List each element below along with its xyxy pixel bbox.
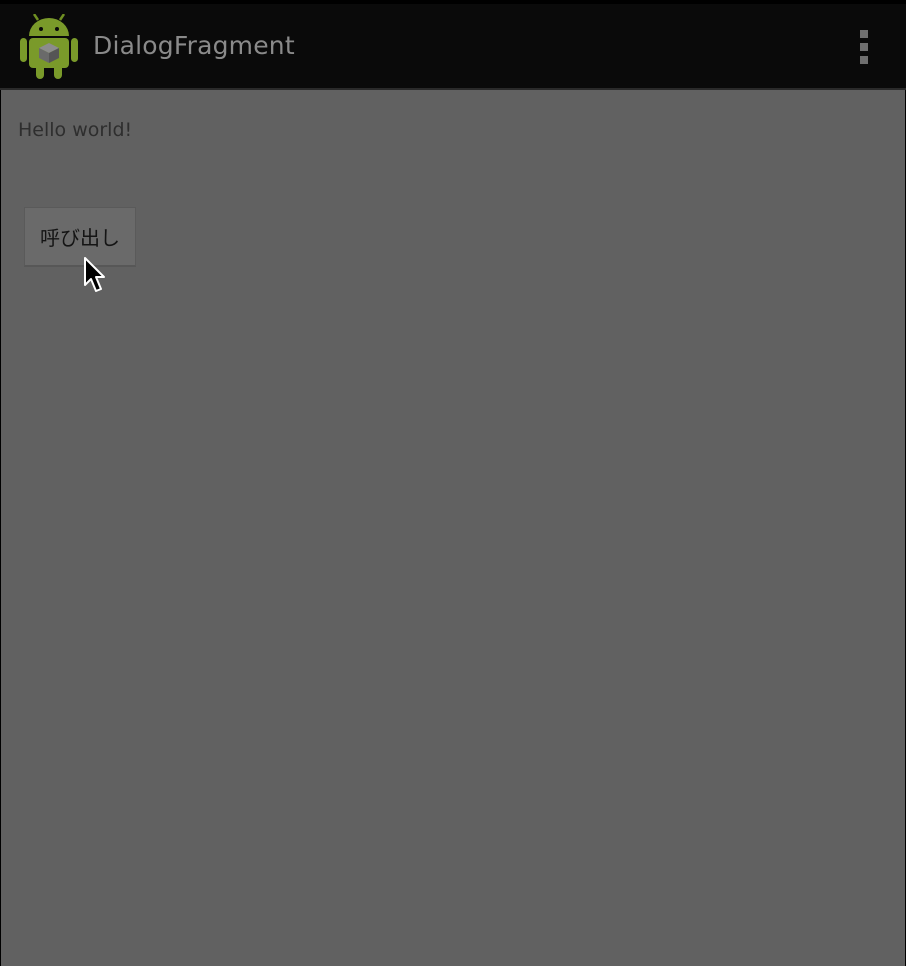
- overflow-menu-icon[interactable]: [850, 28, 878, 66]
- app-screen: DialogFragment Hello world! 呼び出し: [0, 0, 906, 966]
- main-content: Hello world! 呼び出し: [1, 90, 905, 966]
- app-title: DialogFragment: [93, 31, 295, 60]
- action-bar: DialogFragment: [0, 4, 906, 90]
- overflow-dot: [860, 30, 868, 38]
- call-button[interactable]: 呼び出し: [24, 207, 136, 267]
- mouse-cursor-icon: [83, 257, 107, 295]
- android-robot-icon[interactable]: [20, 13, 78, 80]
- hello-text: Hello world!: [18, 119, 133, 141]
- overflow-dot: [860, 56, 868, 64]
- overflow-dot: [860, 43, 868, 51]
